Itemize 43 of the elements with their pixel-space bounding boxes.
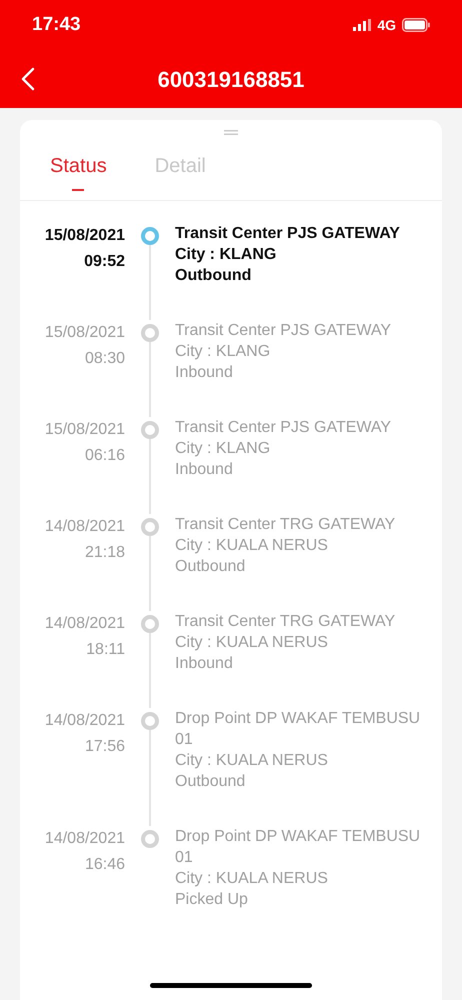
event-text: City : KUALA NERUS (175, 751, 329, 771)
tab[interactable]: Status (50, 135, 107, 200)
event-text: Outbound (175, 772, 246, 792)
event-text: Inbound (175, 654, 234, 674)
battery-icon (402, 18, 430, 32)
event-text: City : KLANG (175, 245, 278, 265)
event-date: 15/08/2021 (44, 420, 125, 440)
event-text: Drop Point DP WAKAF TEMBUSU 01 (175, 709, 422, 750)
event-time: 21:18 (84, 543, 125, 563)
event-text: Transit Center PJS GATEWAY (175, 224, 401, 244)
event-text: City : KLANG (175, 342, 272, 362)
signal-icon (353, 19, 372, 31)
event-text: Transit Center TRG GATEWAY (175, 612, 396, 632)
back-icon (21, 67, 35, 91)
event-text: City : KUALA NERUS (175, 633, 329, 653)
event-text: Inbound (175, 460, 234, 480)
event-date: 14/08/2021 (44, 711, 125, 731)
event-text: Picked Up (175, 890, 249, 910)
event-text: Transit Center TRG GATEWAY (175, 515, 396, 535)
event-time: 06:16 (84, 446, 125, 466)
event-time: 18:11 (86, 640, 125, 660)
event-text: City : KUALA NERUS (175, 536, 329, 556)
event-date: 14/08/2021 (44, 517, 125, 537)
event-text: Transit Center PJS GATEWAY (175, 418, 392, 438)
network-label: 4G (377, 16, 396, 34)
event-text: Transit Center PJS GATEWAY (175, 321, 392, 341)
event-text: Outbound (175, 557, 246, 577)
event-time: 08:30 (84, 349, 125, 369)
event-time: 09:52 (84, 252, 125, 272)
event-text: Drop Point DP WAKAF TEMBUSU 01 (175, 827, 422, 868)
event-date: 15/08/2021 (44, 226, 125, 246)
event-date: 15/08/2021 (44, 323, 125, 343)
event-date: 14/08/2021 (44, 614, 125, 634)
event-text: City : KLANG (175, 439, 272, 459)
drag-handle-icon (224, 130, 238, 135)
page-title: 600319168851 (158, 66, 304, 94)
event-time: 16:46 (84, 855, 125, 875)
event-text: City : KUALA NERUS (175, 869, 329, 889)
event-date: 14/08/2021 (44, 829, 125, 849)
status-time: 17:43 (32, 12, 81, 37)
event-text: Inbound (175, 363, 234, 383)
event-time: 17:56 (84, 737, 125, 757)
event-text: Outbound (175, 266, 252, 286)
